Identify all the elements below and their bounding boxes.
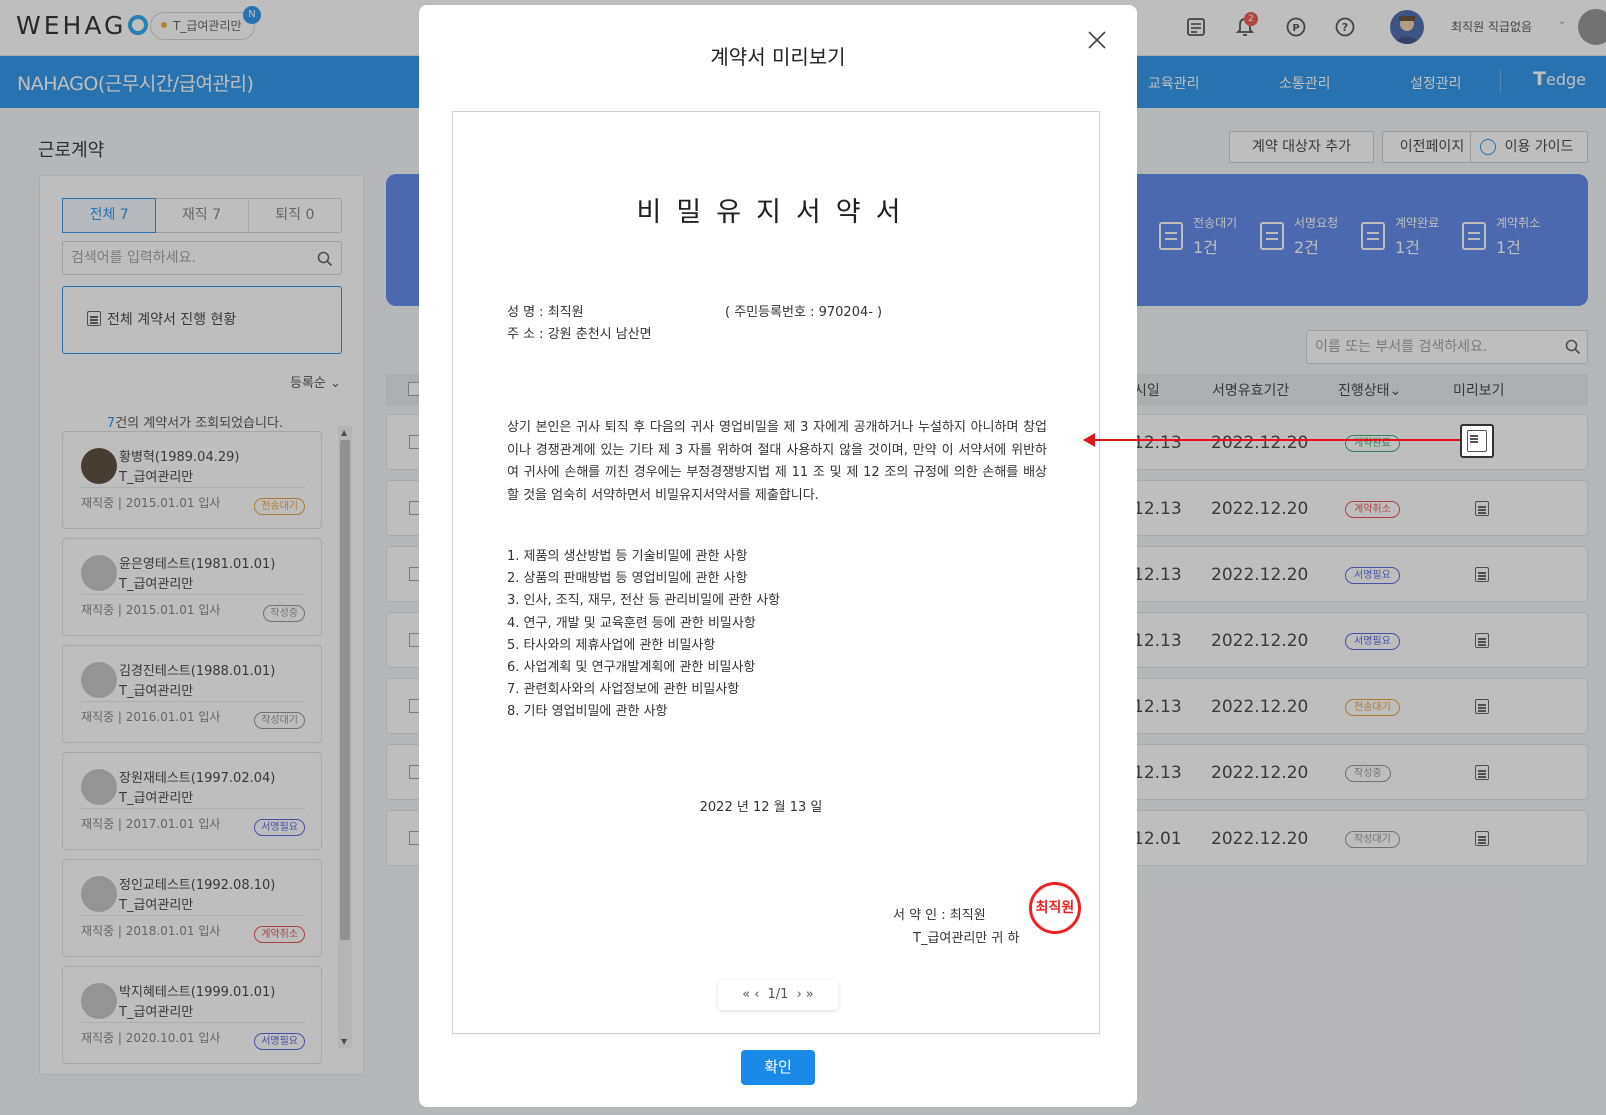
list-item: 6. 사업계획 및 연구개발계획에 관한 비밀사항 (507, 660, 756, 676)
list-item: 3. 인사, 조직, 재무, 전산 등 관리비밀에 관한 사항 (507, 593, 781, 609)
document-date: 2022 년 12 월 13 일 (699, 800, 823, 815)
list-item: 4. 연구, 개발 및 교육훈련 등에 관한 비밀사항 (507, 615, 756, 631)
list-item: 5. 타사와의 제휴사업에 관한 비밀사항 (507, 637, 716, 653)
pledge-paragraph: 상기 본인은 귀사 퇴직 후 다음의 귀사 영업비밀을 제 3 자에게 공개하거… (507, 420, 1047, 503)
address-line: 주 소 : 강원 춘천시 남산면 (507, 327, 652, 342)
secret-items-list: 1. 제품의 생산방법 등 기술비밀에 관한 사항 2. 상품의 판매방법 등 … (507, 546, 780, 724)
document-icon (1467, 430, 1487, 452)
signer-line: 서 약 인 : 최직원 (893, 908, 986, 923)
name-line: 성 명 : 최직원 (507, 305, 584, 320)
signature-seal: 최직원 (1029, 882, 1081, 934)
list-item: 7. 관련회사와의 사업정보에 관한 비밀사항 (507, 682, 740, 698)
list-item: 8. 기타 영업비밀에 관한 사항 (507, 704, 668, 720)
modal-title: 계약서 미리보기 (710, 45, 846, 69)
document-title: 비밀유지서약서 (636, 197, 916, 228)
list-item: 1. 제품의 생산방법 등 기술비밀에 관한 사항 (507, 549, 748, 564)
page-indicator: 1/1 (767, 987, 789, 1002)
last-page-icon[interactable]: » (806, 987, 814, 1002)
next-page-icon[interactable]: › (797, 987, 802, 1002)
first-page-icon[interactable]: « (742, 987, 750, 1002)
prev-page-icon[interactable]: ‹ (754, 987, 759, 1002)
contract-preview-modal: 계약서 미리보기 비밀유지서약서 성 명 : 최직원 ( 주민등록번호 : 97… (419, 5, 1137, 1107)
annotation-arrow (1086, 439, 1460, 441)
annotation-arrow-head (1083, 433, 1095, 447)
contract-document: 비밀유지서약서 성 명 : 최직원 ( 주민등록번호 : 970204- ) 주… (452, 111, 1100, 1034)
id-number-line: ( 주민등록번호 : 970204- ) (725, 305, 883, 320)
list-item: 2. 상품의 판매방법 등 영업비밀에 관한 사항 (507, 571, 748, 587)
close-icon[interactable] (1084, 27, 1110, 53)
highlighted-preview-button[interactable] (1460, 424, 1494, 458)
recipient-line: T_급여관리만 귀 하 (913, 931, 1020, 946)
page-navigator: « ‹ 1/1 › » (718, 980, 838, 1010)
confirm-button[interactable]: 확인 (741, 1050, 815, 1085)
